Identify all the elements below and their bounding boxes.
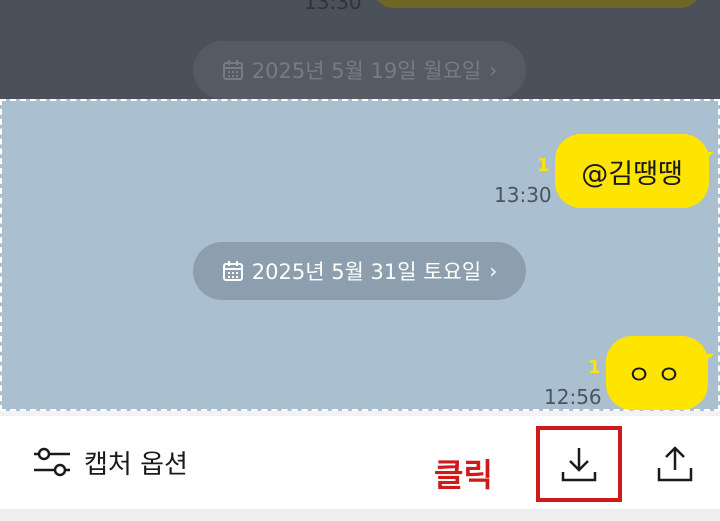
capture-options-label: 캡처 옵션 bbox=[84, 449, 188, 480]
message-time: 12:56 bbox=[544, 385, 602, 409]
capture-toolbar: 캡처 옵션 클릭 bbox=[0, 416, 720, 509]
click-annotation: 클릭 bbox=[434, 456, 493, 494]
chevron-right-icon: › bbox=[489, 259, 498, 283]
unread-count: 1 bbox=[537, 155, 550, 176]
download-icon bbox=[561, 448, 597, 482]
calendar-icon bbox=[222, 261, 243, 281]
previous-message-bubble bbox=[372, 0, 702, 8]
date-separator-label: 2025년 5월 19일 월요일 bbox=[251, 59, 482, 83]
capture-options-button[interactable]: 캡처 옵션 bbox=[32, 440, 188, 484]
calendar-icon bbox=[222, 60, 243, 80]
previous-message-time: 13:30 bbox=[304, 0, 362, 14]
dimmed-chat-region: 13:30 2025년 5월 19일 월요일 › bbox=[0, 0, 720, 100]
date-separator[interactable]: 2025년 5월 31일 토요일 › bbox=[193, 242, 526, 300]
share-button[interactable] bbox=[650, 434, 700, 494]
sliders-icon bbox=[34, 447, 70, 477]
message-text: ㅇㅇ bbox=[627, 360, 687, 391]
message-text: @김땡땡 bbox=[581, 158, 683, 190]
share-icon bbox=[657, 446, 693, 482]
unread-count: 1 bbox=[588, 357, 601, 378]
date-separator-label: 2025년 5월 31일 토요일 bbox=[251, 260, 482, 284]
chevron-right-icon: › bbox=[489, 58, 498, 82]
date-separator-dimmed: 2025년 5월 19일 월요일 › bbox=[193, 41, 526, 99]
download-button[interactable] bbox=[536, 426, 622, 502]
message-bubble[interactable]: ㅇㅇ bbox=[606, 336, 708, 410]
message-bubble[interactable]: @김땡땡 bbox=[555, 134, 709, 208]
message-time: 13:30 bbox=[494, 183, 552, 207]
home-indicator-area bbox=[0, 509, 720, 521]
